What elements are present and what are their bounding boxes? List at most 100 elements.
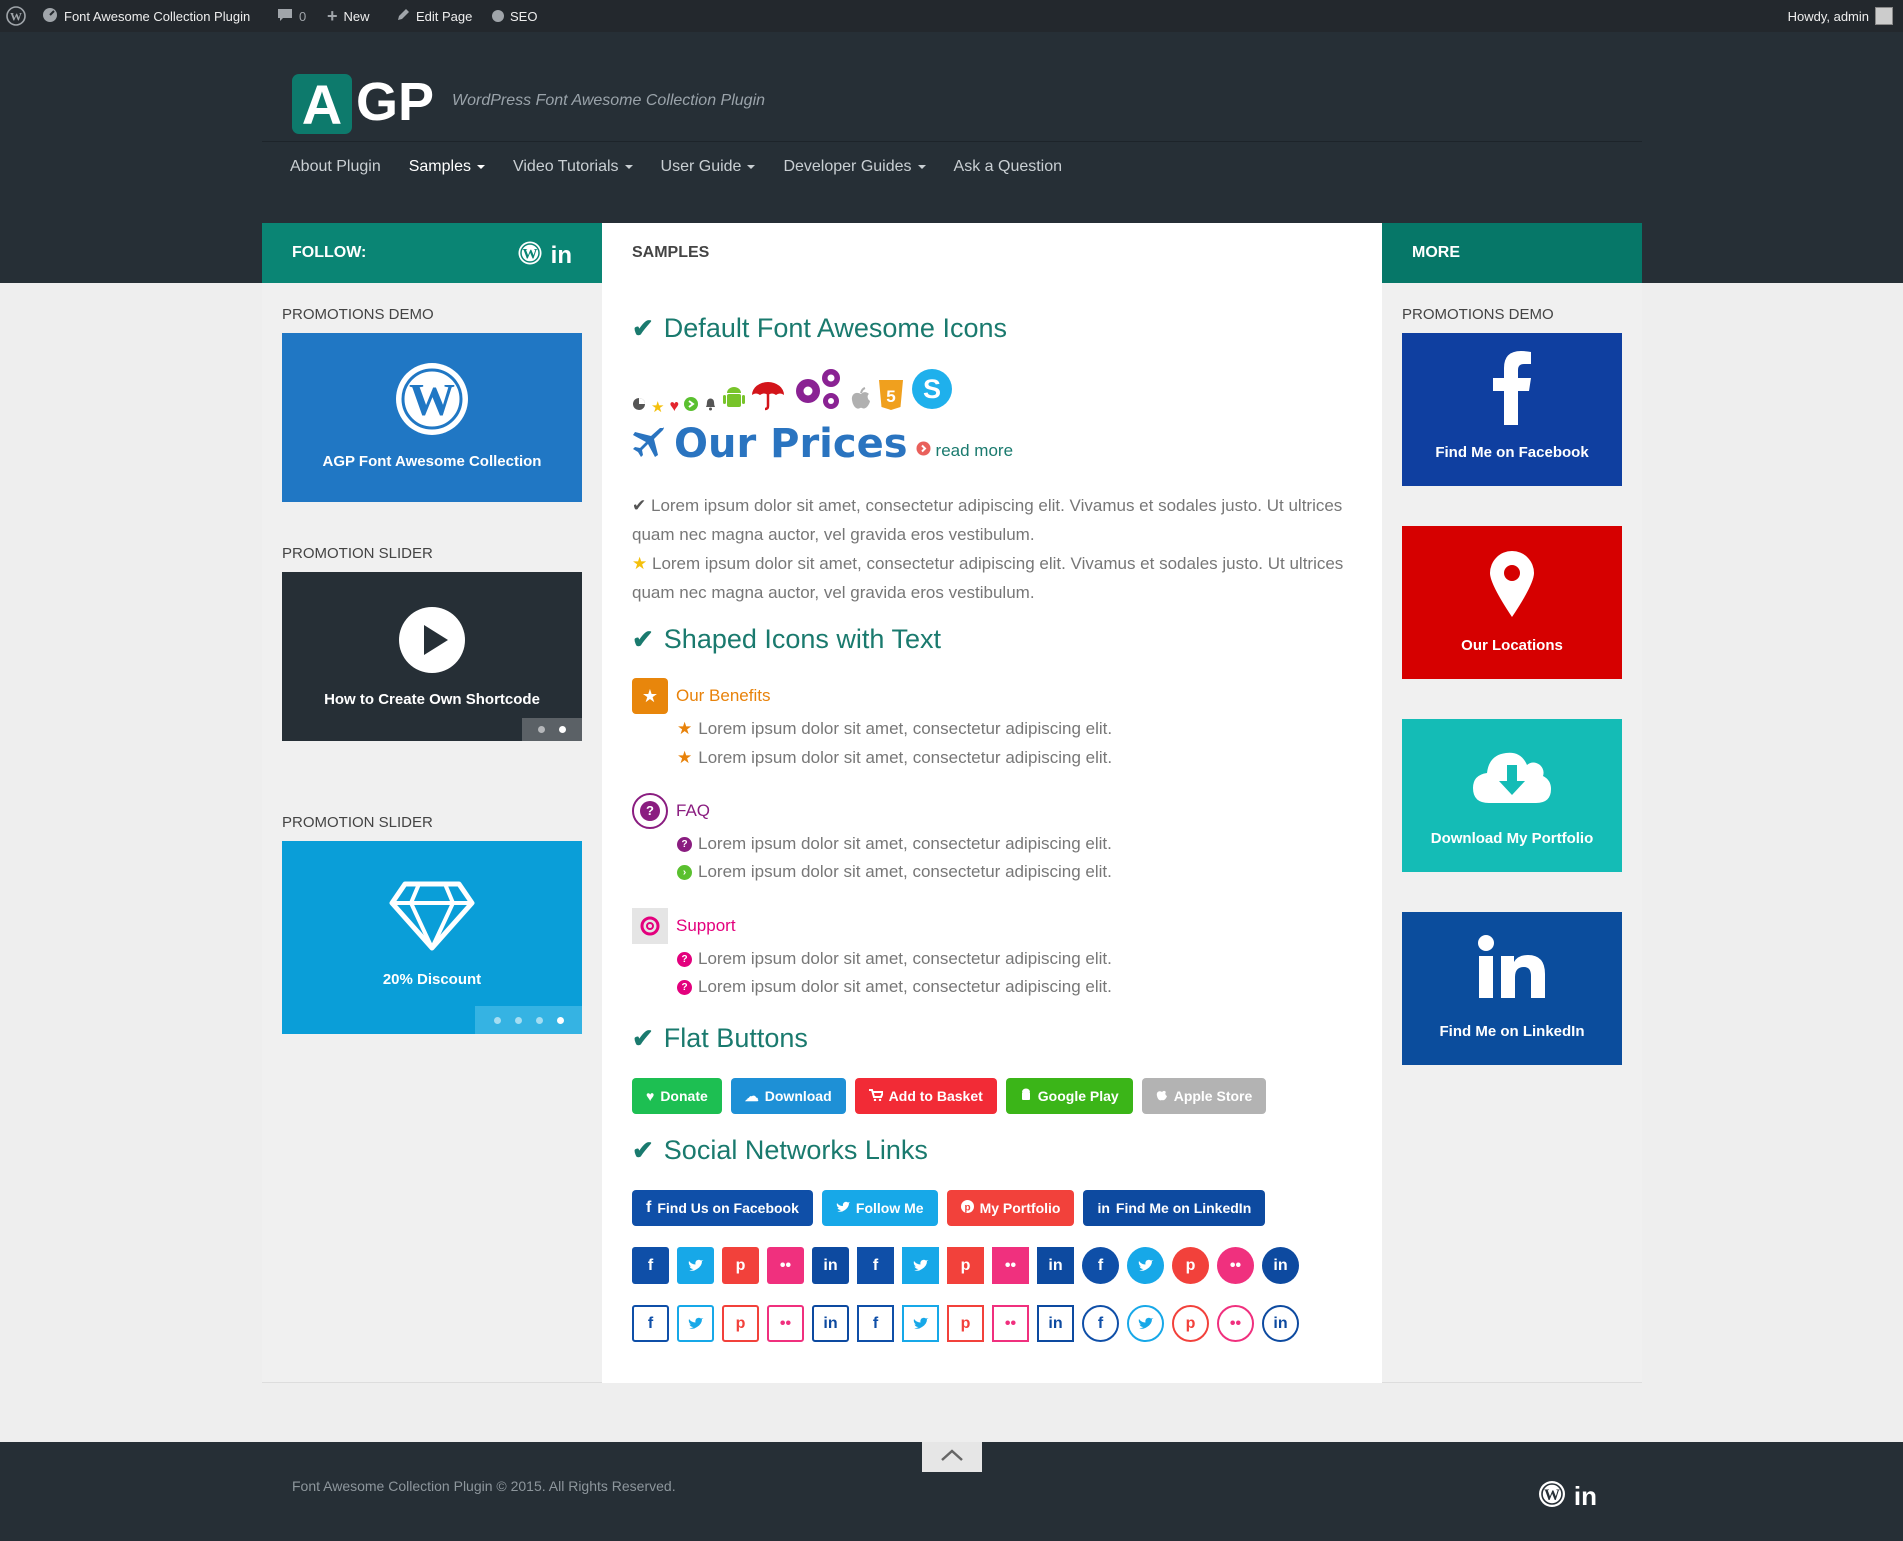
flickr-icon[interactable]: •• (767, 1247, 804, 1284)
heading-text: Our Prices (674, 421, 908, 467)
social-buttons-row: f Find Us on Facebook Follow Me p My Portf… (632, 1190, 1266, 1226)
slider-dot[interactable] (538, 726, 545, 733)
nav-video-tutorials[interactable]: Video Tutorials (513, 158, 633, 176)
linkedin-button[interactable]: in Find Me on LinkedIn (1083, 1190, 1266, 1226)
nav-label: Video Tutorials (512, 157, 619, 175)
list-item-text: Lorem ipsum dolor sit amet, consectetur … (698, 949, 1112, 968)
wordpress-icon[interactable]: W (1538, 1480, 1566, 1513)
slider-pagination (522, 718, 582, 741)
promo-locations[interactable]: Our Locations (1402, 526, 1622, 679)
flickr-icon[interactable]: •• (992, 1305, 1029, 1342)
slider-dot[interactable] (493, 1016, 501, 1024)
slider-dot[interactable] (556, 1016, 564, 1024)
pinterest-button[interactable]: p My Portfolio (946, 1190, 1075, 1226)
download-button[interactable]: ☁ Download (730, 1078, 846, 1114)
widget-title: PROMOTIONS DEMO (282, 306, 434, 323)
twitter-icon[interactable] (902, 1305, 939, 1342)
nav-user-guide[interactable]: User Guide (661, 158, 756, 176)
chevron-up-icon (940, 1448, 964, 1467)
google-play-button[interactable]: Google Play (1005, 1078, 1133, 1114)
button-label: Apple Store (1173, 1088, 1253, 1104)
widget-title: PROMOTION SLIDER (282, 814, 433, 831)
wordpress-icon[interactable]: W (517, 240, 543, 271)
promo-agp-collection[interactable]: W AGP Font Awesome Collection (282, 333, 582, 502)
promo-slider-discount[interactable]: 20% Discount (282, 841, 582, 1034)
read-more-link[interactable]: read more (916, 441, 1013, 461)
admin-edit-page-link[interactable]: Edit Page (396, 0, 472, 32)
button-label: Add to Basket (888, 1088, 983, 1104)
slider-dot[interactable] (559, 726, 566, 733)
facebook-icon[interactable]: f (1082, 1247, 1119, 1284)
button-label: Follow Me (855, 1200, 924, 1216)
linkedin-icon[interactable]: in (1037, 1305, 1074, 1342)
paragraph-text: Lorem ipsum dolor sit amet, consectetur … (632, 554, 1344, 602)
flickr-icon[interactable]: •• (767, 1305, 804, 1342)
linkedin-icon[interactable]: in (551, 242, 572, 270)
comment-icon (277, 7, 293, 26)
admin-comments-link[interactable]: 0 (277, 0, 306, 32)
linkedin-icon[interactable]: in (1262, 1305, 1299, 1342)
back-to-top-button[interactable] (922, 1442, 982, 1472)
facebook-icon[interactable]: f (632, 1305, 669, 1342)
page-title: SAMPLES (632, 244, 710, 261)
pinterest-icon[interactable]: p (947, 1247, 984, 1284)
twitter-icon[interactable] (677, 1247, 714, 1284)
benefits-title: Our Benefits (676, 686, 771, 705)
support-heading: Support (632, 908, 736, 944)
facebook-icon[interactable]: f (857, 1305, 894, 1342)
linkedin-icon[interactable]: in (812, 1305, 849, 1342)
avatar (1875, 7, 1893, 25)
twitter-icon[interactable] (1127, 1247, 1164, 1284)
pinterest-icon[interactable]: p (947, 1305, 984, 1342)
promo-slider-shortcode[interactable]: How to Create Own Shortcode (282, 572, 582, 741)
flickr-icon[interactable]: •• (1217, 1247, 1254, 1284)
support-title: Support (676, 916, 736, 935)
promo-linkedin[interactable]: Find Me on LinkedIn (1402, 912, 1622, 1065)
admin-site-link[interactable]: Font Awesome Collection Plugin (42, 0, 250, 32)
linkedin-icon[interactable]: in (1262, 1247, 1299, 1284)
check-icon: ✔ (632, 496, 647, 515)
howdy-label: Howdy, admin (1787, 8, 1869, 24)
twitter-icon[interactable] (677, 1305, 714, 1342)
admin-account-menu[interactable]: Howdy, admin (1788, 0, 1893, 32)
slider-dot[interactable] (535, 1016, 543, 1024)
slider-dot[interactable] (514, 1016, 522, 1024)
nav-label: Developer Guides (783, 157, 912, 175)
star-icon: ★ (677, 748, 693, 767)
linkedin-icon[interactable]: in (812, 1247, 849, 1284)
linkedin-icon[interactable]: in (1574, 1481, 1597, 1512)
twitter-icon[interactable] (1127, 1305, 1164, 1342)
admin-new-link[interactable]: + New (327, 0, 370, 32)
heading-flat-buttons: ✔ Flat Buttons (632, 1023, 808, 1054)
nav-samples[interactable]: Samples (409, 158, 485, 176)
logo-mark[interactable]: A (292, 72, 352, 136)
donate-button[interactable]: ♥ Donate (632, 1078, 722, 1114)
facebook-icon[interactable]: f (857, 1247, 894, 1284)
pinterest-icon[interactable]: p (722, 1305, 759, 1342)
button-label: Donate (660, 1088, 708, 1104)
flickr-icon[interactable]: •• (1217, 1305, 1254, 1342)
pinterest-icon[interactable]: p (1172, 1247, 1209, 1284)
logo-letter: A (301, 72, 343, 136)
logo-text[interactable]: GP (356, 72, 434, 132)
nav-ask-question[interactable]: Ask a Question (954, 158, 1063, 176)
facebook-icon[interactable]: f (632, 1247, 669, 1284)
pinterest-icon[interactable]: p (722, 1247, 759, 1284)
wordpress-logo-icon[interactable]: W (6, 0, 26, 32)
twitter-icon[interactable] (902, 1247, 939, 1284)
facebook-button[interactable]: f Find Us on Facebook (632, 1190, 813, 1226)
admin-seo-link[interactable]: SEO (492, 0, 537, 32)
apple-store-button[interactable]: Apple Store (1141, 1078, 1267, 1114)
read-more-text: read more (935, 441, 1014, 460)
promo-facebook[interactable]: Find Me on Facebook (1402, 333, 1622, 486)
add-to-basket-button[interactable]: Add to Basket (854, 1078, 997, 1114)
linkedin-icon[interactable]: in (1037, 1247, 1074, 1284)
facebook-icon[interactable]: f (1082, 1305, 1119, 1342)
promo-portfolio[interactable]: Download My Portfolio (1402, 719, 1622, 872)
chevron-down-icon (747, 164, 756, 169)
twitter-button[interactable]: Follow Me (821, 1190, 938, 1226)
nav-about-plugin[interactable]: About Plugin (290, 158, 381, 176)
flickr-icon[interactable]: •• (992, 1247, 1029, 1284)
nav-developer-guides[interactable]: Developer Guides (783, 157, 926, 176)
pinterest-icon[interactable]: p (1172, 1305, 1209, 1342)
